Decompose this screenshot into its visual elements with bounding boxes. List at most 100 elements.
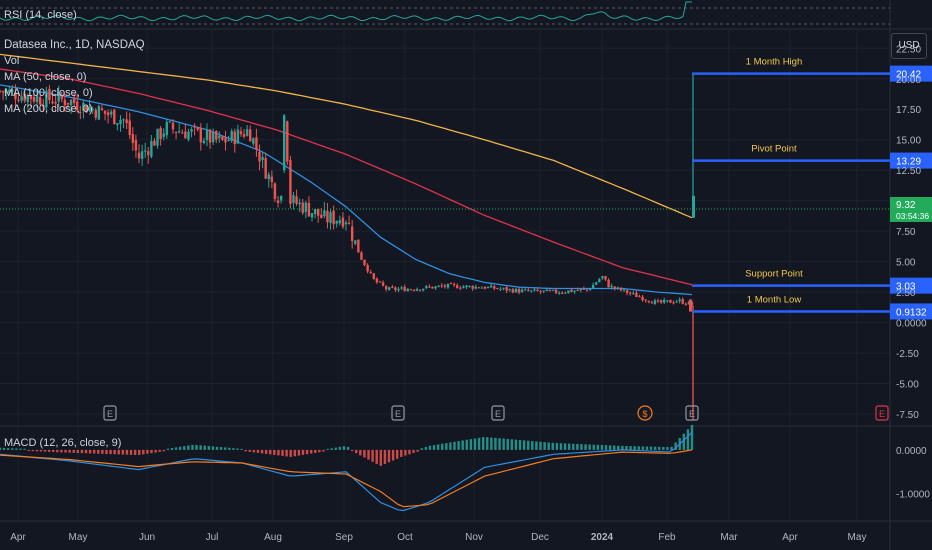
time-tick-11: Mar: [720, 532, 738, 543]
candle: [582, 288, 586, 290]
histogram-bar: [334, 447, 337, 450]
candle: [579, 289, 582, 291]
candle: [684, 303, 688, 305]
event-marker-label-0: E: [107, 409, 113, 419]
candle: [128, 120, 131, 136]
candle: [635, 292, 638, 297]
candle: [440, 285, 443, 287]
histogram-bar: [617, 445, 620, 450]
candle: [406, 288, 409, 292]
histogram-bar: [170, 448, 174, 450]
histogram-bar: [408, 449, 411, 455]
candle: [632, 292, 635, 294]
candle: [422, 288, 425, 291]
histogram-bar: [105, 449, 108, 454]
candle: [394, 287, 397, 291]
histogram-bar: [88, 449, 92, 454]
candle: [672, 302, 675, 304]
candle: [598, 279, 601, 283]
histogram-bar: [461, 440, 464, 450]
candle: [653, 300, 657, 305]
histogram-bar: [101, 449, 104, 454]
candle: [434, 286, 437, 289]
time-tick-2: Jun: [139, 532, 155, 543]
time-tick-0: Apr: [10, 532, 26, 543]
candle: [242, 134, 246, 137]
time-tick-3: Jul: [206, 532, 219, 543]
candle: [289, 159, 292, 204]
histogram-bar: [404, 449, 407, 456]
histogram-bar: [27, 449, 30, 451]
candle: [437, 285, 440, 287]
candle: [517, 289, 521, 293]
level-name-1: Pivot Point: [751, 144, 797, 155]
histogram-bar: [547, 442, 550, 450]
candle: [372, 273, 376, 280]
histogram-bar: [527, 440, 530, 450]
histogram-bar: [371, 449, 374, 462]
histogram-bar: [600, 444, 604, 450]
histogram-bar: [350, 449, 354, 452]
rsi-label[interactable]: RSI (14, close): [4, 9, 77, 21]
candle: [159, 127, 162, 140]
histogram-bar: [367, 449, 370, 460]
candle: [165, 121, 169, 136]
price-tick-6: 7.50: [896, 227, 916, 238]
candle: [205, 130, 209, 141]
histogram-bar: [420, 448, 423, 450]
candle: [113, 109, 116, 125]
candle: [415, 289, 419, 291]
candle: [468, 285, 471, 287]
histogram-bar: [580, 444, 583, 450]
macd-label[interactable]: MACD (12, 26, close, 9): [4, 437, 121, 449]
ma100-label[interactable]: MA (100, close, 0): [4, 87, 93, 99]
candle: [357, 239, 360, 253]
candle: [561, 292, 564, 294]
histogram-bar: [125, 449, 129, 455]
histogram-bar: [289, 449, 292, 457]
histogram-bar: [690, 424, 694, 450]
histogram-bar: [195, 444, 198, 450]
time-tick-4: Aug: [264, 532, 282, 543]
candle: [601, 276, 604, 279]
candle: [316, 208, 320, 216]
price-tick-8: 2.50: [896, 288, 916, 299]
histogram-bar: [412, 449, 415, 453]
histogram-bar: [178, 446, 182, 450]
candle: [211, 131, 215, 142]
time-tick-9: 2024: [591, 532, 614, 543]
ma50-label[interactable]: MA (50, close, 0): [4, 71, 87, 83]
prev-candle: [689, 299, 692, 312]
symbol-label[interactable]: Datasea Inc., 1D, NASDAQ: [4, 39, 145, 51]
candle: [236, 129, 240, 144]
histogram-bar: [637, 446, 640, 450]
histogram-bar: [559, 443, 563, 450]
level-name-2: Support Point: [745, 269, 803, 280]
candle: [588, 289, 592, 291]
candle: [669, 299, 672, 303]
candle: [656, 300, 660, 302]
candle: [119, 119, 122, 124]
candle: [252, 138, 255, 144]
candle: [218, 135, 221, 139]
histogram-bar: [309, 449, 313, 454]
candle: [190, 129, 193, 132]
candle: [350, 226, 354, 242]
candle: [548, 290, 552, 292]
histogram-bar: [387, 449, 391, 463]
histogram-bar: [477, 437, 481, 450]
histogram-bar: [248, 449, 251, 452]
histogram-bar: [256, 449, 260, 453]
candle: [446, 283, 450, 288]
histogram-bar: [97, 449, 100, 454]
currency-button[interactable]: USD: [891, 33, 927, 59]
candle: [279, 195, 283, 201]
histogram-bar: [322, 449, 325, 452]
candle: [187, 131, 190, 140]
ma200-label[interactable]: MA (200, close, 0): [4, 103, 93, 115]
candle: [224, 137, 227, 143]
candle: [591, 284, 595, 289]
histogram-bar: [260, 449, 264, 454]
chart-canvas[interactable]: 1 Month High20.42Pivot Point13.29Support…: [0, 0, 932, 550]
vol-label[interactable]: Vol: [4, 55, 19, 67]
